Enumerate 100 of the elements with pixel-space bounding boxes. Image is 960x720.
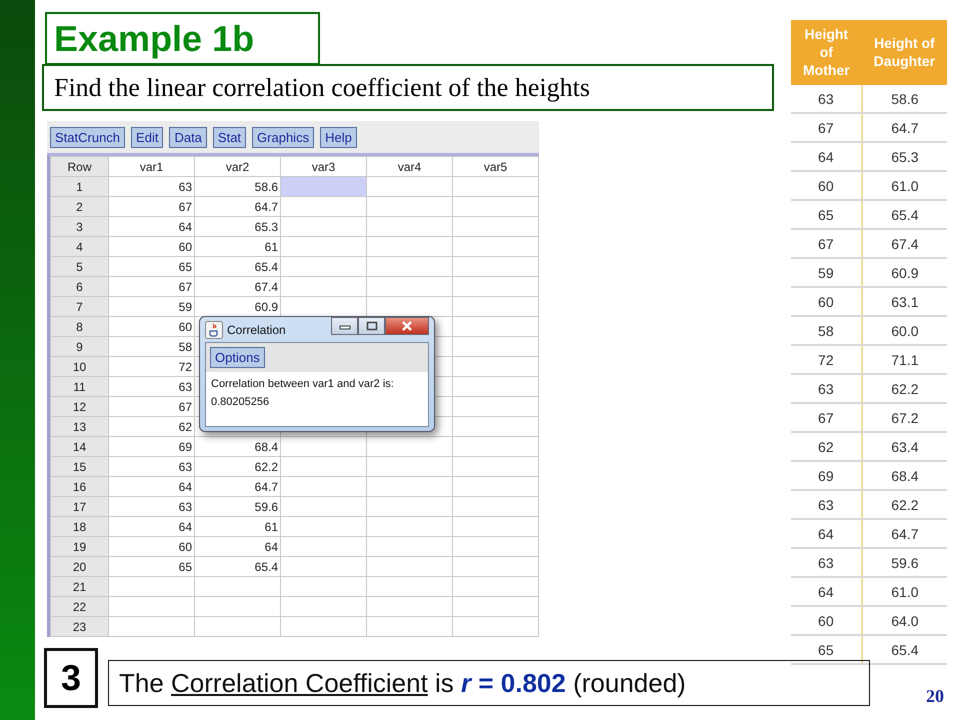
table-cell: 63 (108, 456, 194, 476)
slide-title: Example 1b (45, 12, 320, 65)
row-number: 12 (50, 396, 108, 416)
table-cell: 61.0 (862, 577, 948, 606)
column-header: Row (50, 156, 108, 176)
table-cell: 63 (108, 376, 194, 396)
result-text: Correlation between var1 and var2 is: (211, 377, 395, 392)
table-cell: 64 (791, 142, 862, 171)
options-button[interactable]: Options (210, 347, 265, 368)
row-number: 22 (50, 596, 108, 616)
table-cell: 59.6 (862, 548, 948, 577)
page-number: 20 (926, 686, 944, 707)
row-number: 5 (50, 256, 108, 276)
column-header: var5 (452, 156, 538, 176)
table-cell: 61.0 (862, 171, 948, 200)
column-header: Height of Mother (791, 20, 862, 85)
menu-button[interactable]: Help (320, 127, 357, 148)
table-cell: 58 (108, 336, 194, 356)
table-cell: 65 (108, 256, 194, 276)
table-cell: 62 (108, 416, 194, 436)
table-cell: 65.4 (862, 635, 948, 664)
table-cell: 60 (791, 171, 862, 200)
table-cell: 58 (791, 316, 862, 345)
row-number: 15 (50, 456, 108, 476)
table-cell: 67 (108, 196, 194, 216)
table-cell: 61 (194, 236, 280, 256)
row-number: 14 (50, 436, 108, 456)
row-number: 1 (50, 176, 108, 196)
answer-sentence: The Correlation Coefficient is r = 0.802 (rounded) (119, 668, 686, 698)
table-cell: 63 (791, 548, 862, 577)
table-cell: 67 (791, 229, 862, 258)
table-cell: 64 (791, 519, 862, 548)
menu-button[interactable]: Stat (212, 127, 246, 148)
close-button[interactable] (385, 317, 429, 335)
table-cell: 63 (791, 85, 862, 113)
row-number: 13 (50, 416, 108, 436)
table-cell: 64.7 (862, 519, 948, 548)
table-cell: 60.0 (862, 316, 948, 345)
cup-icon (205, 320, 223, 338)
column-header: var4 (366, 156, 452, 176)
table-cell: 65 (108, 556, 194, 576)
table-cell: 71.1 (862, 345, 948, 374)
menu-button[interactable]: Edit (131, 127, 164, 148)
table-cell: 67.2 (862, 403, 948, 432)
row-number: 6 (50, 276, 108, 296)
table-cell: 60 (108, 536, 194, 556)
row-number: 19 (50, 536, 108, 556)
table-cell: 60 (791, 287, 862, 316)
row-number: 3 (50, 216, 108, 236)
table-cell: 72 (791, 345, 862, 374)
table-cell: 67 (791, 113, 862, 142)
slide-subtitle: Find the linear correlation coefficient of the heights (42, 64, 774, 111)
table-cell: 64 (108, 516, 194, 536)
table-cell: 67.4 (194, 276, 280, 296)
table-cell: 62.2 (194, 456, 280, 476)
table-cell: 63 (108, 496, 194, 516)
table-cell: 65 (791, 635, 862, 664)
table-cell: 64.7 (194, 196, 280, 216)
table-cell: 65 (791, 200, 862, 229)
table-cell: 67 (108, 396, 194, 416)
table-cell: 60 (791, 606, 862, 635)
table-cell: 65.3 (862, 142, 948, 171)
table-cell: 61 (194, 516, 280, 536)
column-header: var3 (280, 156, 366, 176)
table-cell: 60 (108, 316, 194, 336)
row-number: 23 (50, 616, 108, 636)
table-cell: 65.4 (194, 256, 280, 276)
menu-button[interactable]: Data (169, 127, 207, 148)
selected-cell[interactable] (280, 176, 366, 196)
minimize-button[interactable] (331, 317, 358, 335)
row-number: 18 (50, 516, 108, 536)
table-cell: 64 (108, 476, 194, 496)
maximize-button[interactable] (358, 317, 385, 335)
table-cell: 59 (108, 296, 194, 316)
menu-button[interactable]: Graphics (252, 127, 314, 148)
table-cell: 58.6 (862, 85, 948, 113)
table-cell: 62.2 (862, 374, 948, 403)
table-cell: 65.4 (194, 556, 280, 576)
table-cell: 59 (791, 258, 862, 287)
row-number: 4 (50, 236, 108, 256)
table-cell: 64 (791, 577, 862, 606)
table-cell: 59.6 (194, 496, 280, 516)
table-cell: 69 (108, 436, 194, 456)
table-cell: 67.4 (862, 229, 948, 258)
column-header: Height of Daughter (862, 20, 948, 85)
table-cell: 64.7 (862, 113, 948, 142)
row-number: 7 (50, 296, 108, 316)
table-cell: 63.4 (862, 432, 948, 461)
table-cell: 62 (791, 432, 862, 461)
menu-button[interactable]: StatCrunch (50, 127, 126, 148)
dialog-title: Correlation (227, 322, 286, 336)
table-cell: 67 (108, 276, 194, 296)
table-cell: 65.3 (194, 216, 280, 236)
table-cell: 68.4 (194, 436, 280, 456)
column-header: var2 (194, 156, 280, 176)
table-cell: 63 (108, 176, 194, 196)
table-cell: 67 (791, 403, 862, 432)
close-icon (401, 321, 413, 331)
row-number: 2 (50, 196, 108, 216)
table-cell: 68.4 (862, 461, 948, 490)
